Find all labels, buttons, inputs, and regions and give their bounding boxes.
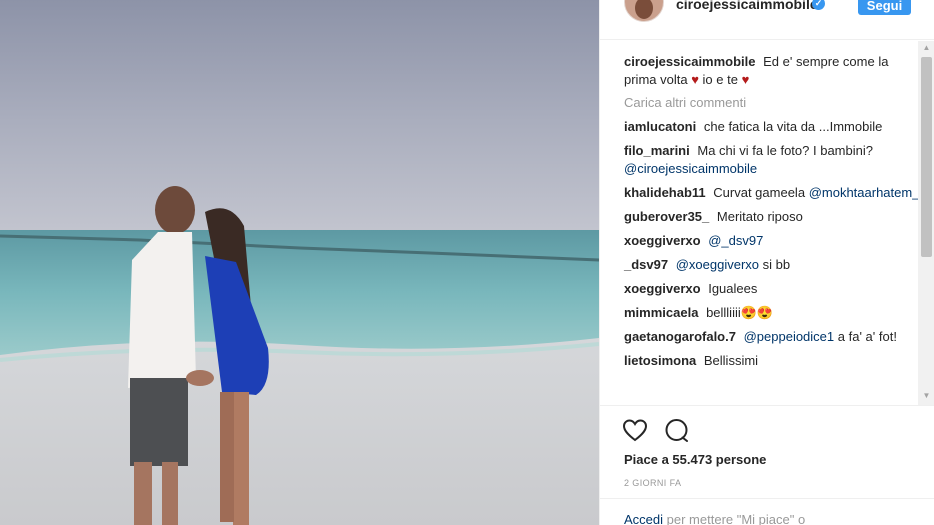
likes-count[interactable]: Piace a 55.473 persone (624, 452, 766, 467)
login-link[interactable]: Accedi (624, 512, 663, 525)
comment-item: lietosimona Bellissimi (624, 352, 920, 370)
comment-item: _dsv97 @xoeggiverxo si bb (624, 256, 920, 274)
follow-button[interactable]: Segui (858, 0, 911, 15)
speech-bubble-icon[interactable] (664, 418, 690, 444)
comment-item: filo_marini Ma chi vi fa le foto? I bamb… (624, 142, 920, 178)
post-sidebar: ciroejessicaimmobile ✓ Segui ciroejessic… (599, 0, 934, 525)
red-heart-icon: ♥ (691, 72, 699, 87)
scrollbar-thumb[interactable] (921, 57, 932, 257)
heart-outline-icon[interactable] (622, 418, 648, 444)
author-username[interactable]: ciroejessicaimmobile (676, 0, 818, 12)
post-actions: Piace a 55.473 persone 2 GIORNI FA Acced… (600, 405, 934, 525)
scroll-up-arrow-icon[interactable]: ▲ (918, 43, 934, 55)
scroll-down-arrow-icon[interactable]: ▼ (918, 391, 934, 403)
comment-item: guberover35_ Meritato riposo (624, 208, 920, 226)
login-prompt-text: per mettere "Mi piace" o (666, 512, 806, 525)
red-heart-icon: ♥ (741, 72, 750, 87)
comment-author[interactable]: xoeggiverxo (624, 233, 701, 248)
comment-author[interactable]: iamlucatoni (624, 119, 696, 134)
comment-author[interactable]: guberover35_ (624, 209, 709, 224)
comment-author[interactable]: _dsv97 (624, 257, 668, 272)
comment-text: Curvat gameela (713, 185, 806, 200)
post-header: ciroejessicaimmobile ✓ Segui (600, 0, 934, 40)
comments-list[interactable]: ciroejessicaimmobile Ed e' sempre come l… (600, 41, 920, 405)
post-photo[interactable] (0, 0, 599, 525)
comment-author[interactable]: filo_marini (624, 143, 690, 158)
comment-author[interactable]: xoeggiverxo (624, 281, 701, 296)
comment-text: Meritato riposo (716, 209, 803, 224)
caption-author[interactable]: ciroejessicaimmobile (624, 54, 756, 69)
comment-text: Igualees (708, 281, 758, 296)
load-more-comments-link[interactable]: Carica altri commenti (624, 95, 920, 110)
comment-item: xoeggiverxo @_dsv97 (624, 232, 920, 250)
comment-author[interactable]: lietosimona (624, 353, 696, 368)
action-icons-row (622, 418, 690, 444)
login-prompt: Accedi per mettere "Mi piace" o (624, 512, 805, 525)
comment-text: bellliiii😍😍 (706, 305, 774, 320)
comment-mention[interactable]: @xoeggiverxo (676, 257, 759, 272)
comment-author[interactable]: mimmicaela (624, 305, 698, 320)
comment-author[interactable]: khalidehab11 (624, 185, 706, 200)
comment-item: xoeggiverxo Igualees (624, 280, 920, 298)
divider (600, 498, 934, 499)
comment-text: Ma chi vi fa le foto? I bambini? (697, 143, 873, 158)
comment-mention[interactable]: @_dsv97 (708, 233, 763, 248)
comment-item: iamlucatoni che fatica la vita da ...Imm… (624, 118, 920, 136)
beach-couple-image (0, 0, 599, 525)
comment-item: mimmicaela bellliiii😍😍 (624, 304, 920, 322)
caption: ciroejessicaimmobile Ed e' sempre come l… (624, 53, 920, 89)
comment-mention[interactable]: @peppeiodice1 (744, 329, 835, 344)
comment-text: a fa' a' fot! (837, 329, 897, 344)
comment-text: si bb (762, 257, 791, 272)
author-avatar[interactable] (624, 0, 664, 22)
comment-mention[interactable]: @mokhtaarhatem_ (809, 185, 920, 200)
comment-text: Bellissimi (703, 353, 759, 368)
comment-mention[interactable]: @ciroejessicaimmobile (624, 161, 757, 176)
comment-item: gaetanogarofalo.7 @peppeiodice1 a fa' a'… (624, 328, 920, 346)
comment-item: khalidehab11 Curvat gameela @mokhtaarhat… (624, 184, 920, 202)
verified-badge-icon: ✓ (812, 0, 825, 10)
comment-text: che fatica la vita da ...Immobile (703, 119, 883, 134)
comments-scrollbar[interactable]: ▲ ▼ (918, 41, 934, 405)
comment-author[interactable]: gaetanogarofalo.7 (624, 329, 736, 344)
post-timestamp[interactable]: 2 GIORNI FA (624, 478, 681, 488)
caption-text-2: io e te (702, 72, 738, 87)
